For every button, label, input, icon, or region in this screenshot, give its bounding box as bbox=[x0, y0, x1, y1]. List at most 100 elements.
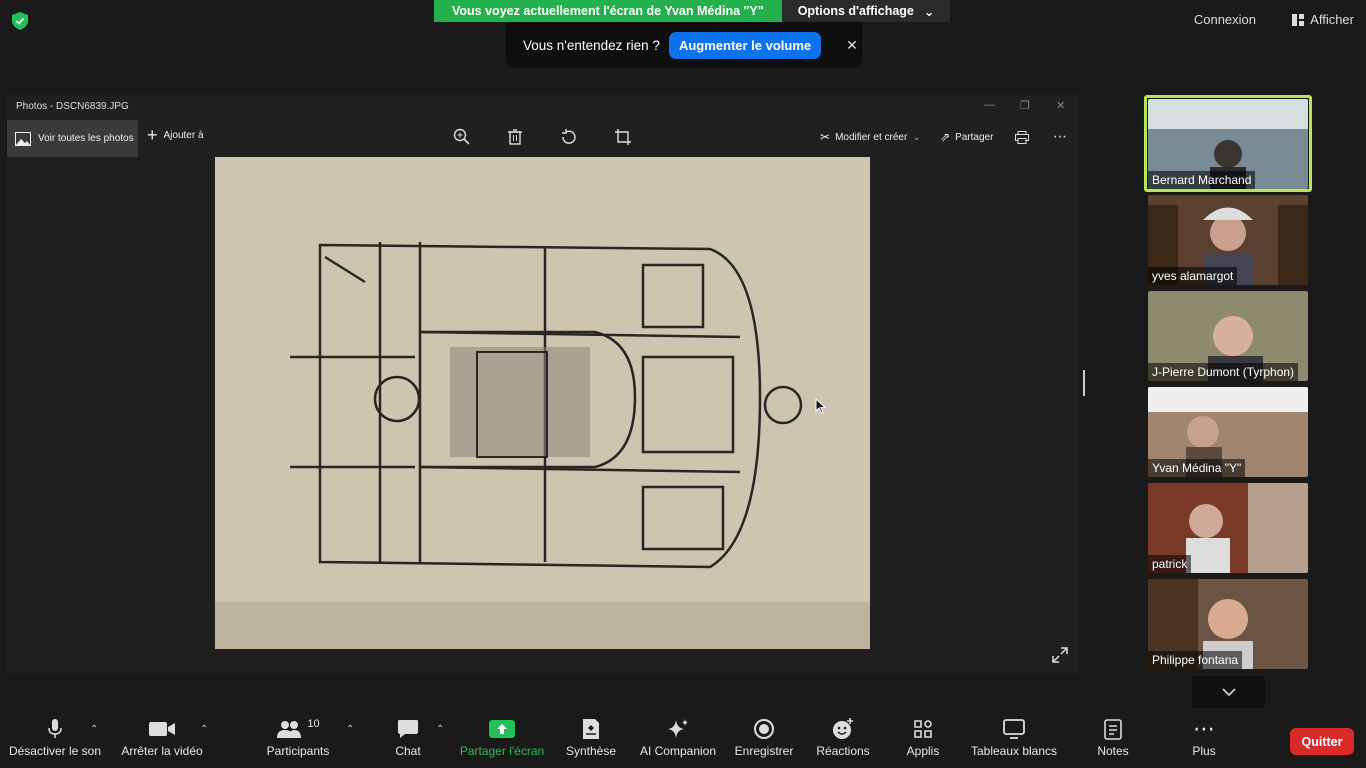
add-to-button[interactable]: + Ajouter à bbox=[147, 125, 204, 145]
close-icon[interactable]: ✕ bbox=[846, 37, 858, 54]
gallery-scroll-down-button[interactable] bbox=[1192, 676, 1265, 708]
participant-name: Philippe fontana bbox=[1148, 651, 1243, 669]
photos-window-title: Photos - DSCN6839.JPG bbox=[16, 101, 129, 112]
image-icon bbox=[15, 131, 31, 146]
more-button[interactable]: ⋯ Plus bbox=[1182, 716, 1226, 759]
toast-message: Vous n'entendez rien ? bbox=[523, 37, 660, 53]
view-all-label: Voir toutes les photos bbox=[38, 133, 134, 144]
view-button[interactable]: Afficher bbox=[1292, 12, 1354, 27]
chevron-up-icon[interactable]: ⌃ bbox=[436, 724, 444, 735]
add-to-label: Ajouter à bbox=[163, 129, 204, 141]
participants-icon bbox=[277, 721, 302, 738]
share-screen-label: Partager l'écran bbox=[459, 744, 545, 758]
sparkle-icon bbox=[668, 719, 688, 738]
plus-icon: + bbox=[147, 125, 158, 145]
record-icon bbox=[754, 719, 774, 739]
stop-video-label: Arrêter la vidéo bbox=[121, 744, 203, 758]
participant-name: patrick bbox=[1148, 555, 1192, 573]
apps-button[interactable]: Applis bbox=[900, 718, 946, 758]
chevron-down-icon bbox=[1221, 687, 1236, 696]
participant-tile[interactable]: patrick bbox=[1148, 483, 1308, 573]
video-camera-icon bbox=[149, 722, 175, 736]
apps-icon bbox=[914, 720, 932, 738]
summary-button[interactable]: Synthèse bbox=[562, 718, 620, 758]
ai-companion-label: AI Companion bbox=[639, 744, 717, 758]
chevron-up-icon[interactable]: ⌃ bbox=[200, 724, 208, 735]
notes-button[interactable]: Notes bbox=[1090, 718, 1136, 758]
share-icon: ⇗ bbox=[940, 130, 951, 144]
more-icon: ⋯ bbox=[1193, 716, 1215, 741]
participant-tile[interactable]: Philippe fontana bbox=[1148, 579, 1308, 669]
share-screen-icon bbox=[489, 720, 515, 738]
notes-label: Notes bbox=[1097, 744, 1129, 758]
chat-label: Chat bbox=[395, 744, 421, 758]
participants-button[interactable]: 10 Participants bbox=[262, 718, 334, 758]
participant-tile[interactable]: Yvan Médina "Y" bbox=[1148, 387, 1308, 477]
edit-icon: ✂ bbox=[820, 130, 831, 144]
view-options-label: Options d'affichage bbox=[797, 4, 914, 18]
connexion-button[interactable]: Connexion bbox=[1194, 12, 1256, 27]
edit-create-button[interactable]: ✂ Modifier et créer ⌄ bbox=[820, 130, 921, 144]
grid-view-icon bbox=[1292, 13, 1305, 26]
panel-splitter[interactable] bbox=[1083, 370, 1085, 396]
participant-tile[interactable]: yves alamargot bbox=[1148, 195, 1308, 285]
zoom-in-icon[interactable] bbox=[453, 128, 471, 146]
share-screen-button[interactable]: Partager l'écran bbox=[456, 718, 548, 758]
participants-count: 10 bbox=[307, 718, 320, 730]
participant-name: yves alamargot bbox=[1148, 267, 1238, 285]
reactions-button[interactable]: Réactions bbox=[812, 718, 874, 758]
blueprint-photo bbox=[215, 157, 870, 649]
participant-name: J-Pierre Dumont (Tyrphon) bbox=[1148, 363, 1299, 381]
microphone-icon bbox=[48, 719, 62, 738]
more-label: Plus bbox=[1192, 744, 1216, 758]
view-options-button[interactable]: Options d'affichage ⌄ bbox=[781, 0, 951, 22]
sharing-status-text: Vous voyez actuellement l'écran de Yvan … bbox=[434, 0, 782, 22]
emoji-icon bbox=[833, 718, 853, 739]
ai-companion-button[interactable]: AI Companion bbox=[636, 718, 720, 758]
chevron-up-icon[interactable]: ⌃ bbox=[90, 724, 98, 735]
mute-label: Désactiver le son bbox=[8, 744, 102, 758]
stop-video-button[interactable]: Arrêter la vidéo bbox=[118, 718, 206, 758]
summary-icon bbox=[583, 719, 599, 739]
photos-share-label: Partager bbox=[955, 131, 994, 143]
increase-volume-button[interactable]: Augmenter le volume bbox=[668, 31, 822, 59]
share-banner: Vous voyez actuellement l'écran de Yvan … bbox=[434, 0, 951, 22]
print-icon[interactable] bbox=[1015, 131, 1029, 144]
participant-tile[interactable]: Bernard Marchand bbox=[1148, 99, 1308, 189]
window-close-icon[interactable]: ✕ bbox=[1056, 99, 1065, 112]
participants-label: Participants bbox=[266, 744, 330, 758]
whiteboard-icon bbox=[1003, 719, 1025, 739]
participant-name: Bernard Marchand bbox=[1148, 171, 1256, 189]
photos-share-button[interactable]: ⇗ Partager bbox=[940, 130, 993, 144]
summary-label: Synthèse bbox=[565, 744, 617, 758]
view-label: Afficher bbox=[1310, 12, 1354, 27]
quit-button[interactable]: Quitter bbox=[1290, 728, 1354, 755]
edit-create-label: Modifier et créer bbox=[835, 131, 908, 143]
maximize-icon[interactable]: ❐ bbox=[1020, 99, 1030, 112]
rotate-icon[interactable] bbox=[560, 128, 578, 146]
security-shield-icon[interactable] bbox=[12, 12, 28, 30]
participant-name: Yvan Médina "Y" bbox=[1148, 459, 1246, 477]
mouse-cursor-icon bbox=[815, 398, 826, 414]
participant-tile[interactable]: J-Pierre Dumont (Tyrphon) bbox=[1148, 291, 1308, 381]
chat-button[interactable]: Chat bbox=[384, 718, 432, 758]
reactions-label: Réactions bbox=[816, 744, 870, 758]
record-button[interactable]: Enregistrer bbox=[732, 718, 796, 758]
record-label: Enregistrer bbox=[734, 744, 794, 758]
expand-icon[interactable] bbox=[1052, 647, 1068, 663]
chevron-down-icon: ⌄ bbox=[923, 4, 935, 19]
minimize-icon[interactable]: — bbox=[984, 99, 995, 111]
chevron-up-icon[interactable]: ⌃ bbox=[346, 724, 354, 735]
whiteboards-button[interactable]: Tableaux blancs bbox=[966, 718, 1062, 758]
mute-button[interactable]: Désactiver le son bbox=[8, 718, 102, 758]
notes-icon bbox=[1104, 719, 1122, 740]
view-all-photos-button[interactable]: Voir toutes les photos bbox=[7, 120, 138, 157]
crop-icon[interactable] bbox=[614, 128, 632, 146]
whiteboards-label: Tableaux blancs bbox=[970, 744, 1058, 758]
delete-icon[interactable] bbox=[506, 128, 524, 146]
chat-icon bbox=[398, 720, 418, 738]
apps-label: Applis bbox=[906, 744, 940, 758]
more-options-icon[interactable]: ⋯ bbox=[1053, 128, 1067, 145]
volume-toast: Vous n'entendez rien ? Augmenter le volu… bbox=[506, 22, 862, 68]
chevron-down-icon: ⌄ bbox=[912, 131, 921, 143]
